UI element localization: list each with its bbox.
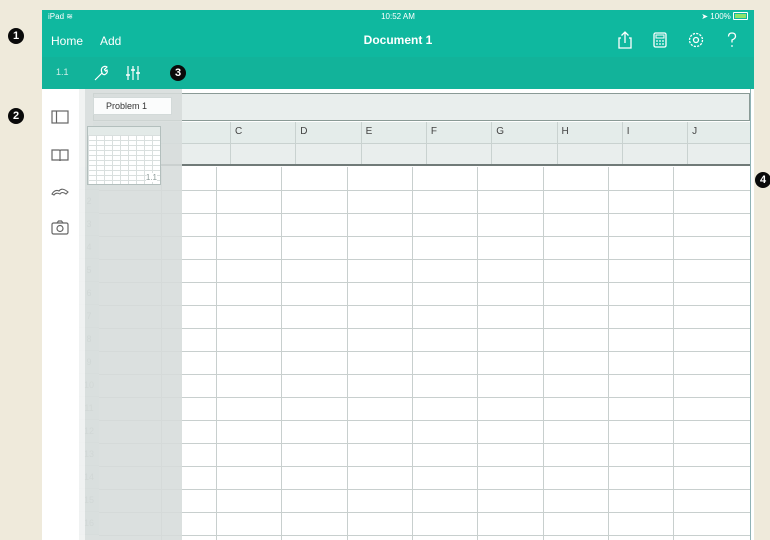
column-header[interactable]: C xyxy=(230,122,295,144)
column-header[interactable]: H xyxy=(556,122,622,144)
sheet-right-edge xyxy=(750,89,751,540)
grid-column-line xyxy=(542,167,544,540)
battery-percent: 100% xyxy=(710,12,731,21)
callout-2: 2 xyxy=(8,108,24,124)
grid-cells[interactable] xyxy=(99,167,750,540)
callout-1: 1 xyxy=(8,28,24,44)
battery-icon xyxy=(733,12,748,20)
grid-row-line xyxy=(99,397,750,398)
ipad-screen: iPad ≋ 10:52 AM ➤ 100% Home Add Document… xyxy=(42,10,754,540)
grid-column-line xyxy=(477,167,479,540)
formula-cell[interactable] xyxy=(425,144,491,164)
formula-cell[interactable] xyxy=(491,144,556,164)
grid-row-line xyxy=(99,282,750,283)
status-right: ➤ 100% xyxy=(701,12,748,21)
column-header[interactable]: J xyxy=(687,122,752,144)
page-number[interactable]: 1.1 xyxy=(56,67,69,77)
grid-row-line xyxy=(99,466,750,467)
grid-column-line xyxy=(411,167,413,540)
settings-gear-icon[interactable] xyxy=(684,28,708,52)
grid-row-line xyxy=(99,420,750,421)
sliders-icon[interactable] xyxy=(122,62,144,84)
formula-row[interactable] xyxy=(93,144,750,166)
grid-row-line xyxy=(99,535,750,536)
panel-strip xyxy=(79,89,85,540)
page-sorter-icon[interactable] xyxy=(49,106,71,128)
column-header[interactable]: E xyxy=(360,122,426,144)
column-header[interactable]: D xyxy=(295,122,360,144)
cell-entry-bar[interactable] xyxy=(93,93,750,121)
grid-row-line xyxy=(99,512,750,513)
status-bar: iPad ≋ 10:52 AM ➤ 100% xyxy=(42,10,754,25)
formula-cell[interactable] xyxy=(556,144,622,164)
grid-row-line xyxy=(99,305,750,306)
document-toolbar: 1.1 3 xyxy=(42,57,754,89)
formula-cell[interactable] xyxy=(295,144,360,164)
book-icon[interactable] xyxy=(49,144,71,166)
grid-column-line xyxy=(281,167,283,540)
grid-row-line xyxy=(99,443,750,444)
grid-column-line xyxy=(216,167,217,540)
page-sorter-panel: Problem 1 1.1 xyxy=(79,89,182,540)
top-bar: iPad ≋ 10:52 AM ➤ 100% Home Add Document… xyxy=(42,10,754,57)
thumbnail-page-number: 1.1 xyxy=(145,173,157,182)
column-header[interactable]: G xyxy=(491,122,556,144)
nav-row: Home Add Document 1 xyxy=(42,26,754,56)
add-button[interactable]: Add xyxy=(100,34,121,48)
callout-4: 4 xyxy=(755,172,770,188)
calculator-icon[interactable] xyxy=(648,28,672,52)
callout-3: 3 xyxy=(170,65,186,81)
grid-row-line xyxy=(99,489,750,490)
grid-column-line xyxy=(607,167,609,540)
column-header[interactable]: I xyxy=(621,122,687,144)
left-sidebar xyxy=(42,89,80,540)
grid-row-line xyxy=(99,190,750,191)
problem-tab[interactable]: Problem 1 xyxy=(93,97,172,115)
help-icon[interactable] xyxy=(720,28,744,52)
formula-cell[interactable] xyxy=(687,144,752,164)
grid-row-line xyxy=(99,259,750,260)
page-thumbnail[interactable]: 1.1 xyxy=(87,126,161,185)
grid-column-line xyxy=(346,167,348,540)
formula-cell[interactable] xyxy=(360,144,426,164)
home-button[interactable]: Home xyxy=(51,34,83,48)
grid-column-line xyxy=(673,167,675,540)
grid-row-line xyxy=(99,351,750,352)
formula-cell[interactable] xyxy=(230,144,295,164)
column-header[interactable]: F xyxy=(425,122,491,144)
column-header-row: CDEFGHIJ xyxy=(93,122,750,144)
navigator-icon[interactable] xyxy=(49,180,71,202)
status-time: 10:52 AM xyxy=(381,12,415,21)
location-icon: ➤ xyxy=(701,12,709,21)
wrench-icon[interactable] xyxy=(90,62,112,84)
camera-icon[interactable] xyxy=(49,216,71,238)
grid-row-line xyxy=(99,374,750,375)
share-icon[interactable] xyxy=(613,28,637,52)
grid-row-line xyxy=(99,213,750,214)
formula-cell[interactable] xyxy=(621,144,687,164)
grid-row-line xyxy=(99,236,750,237)
grid-row-line xyxy=(99,328,750,329)
